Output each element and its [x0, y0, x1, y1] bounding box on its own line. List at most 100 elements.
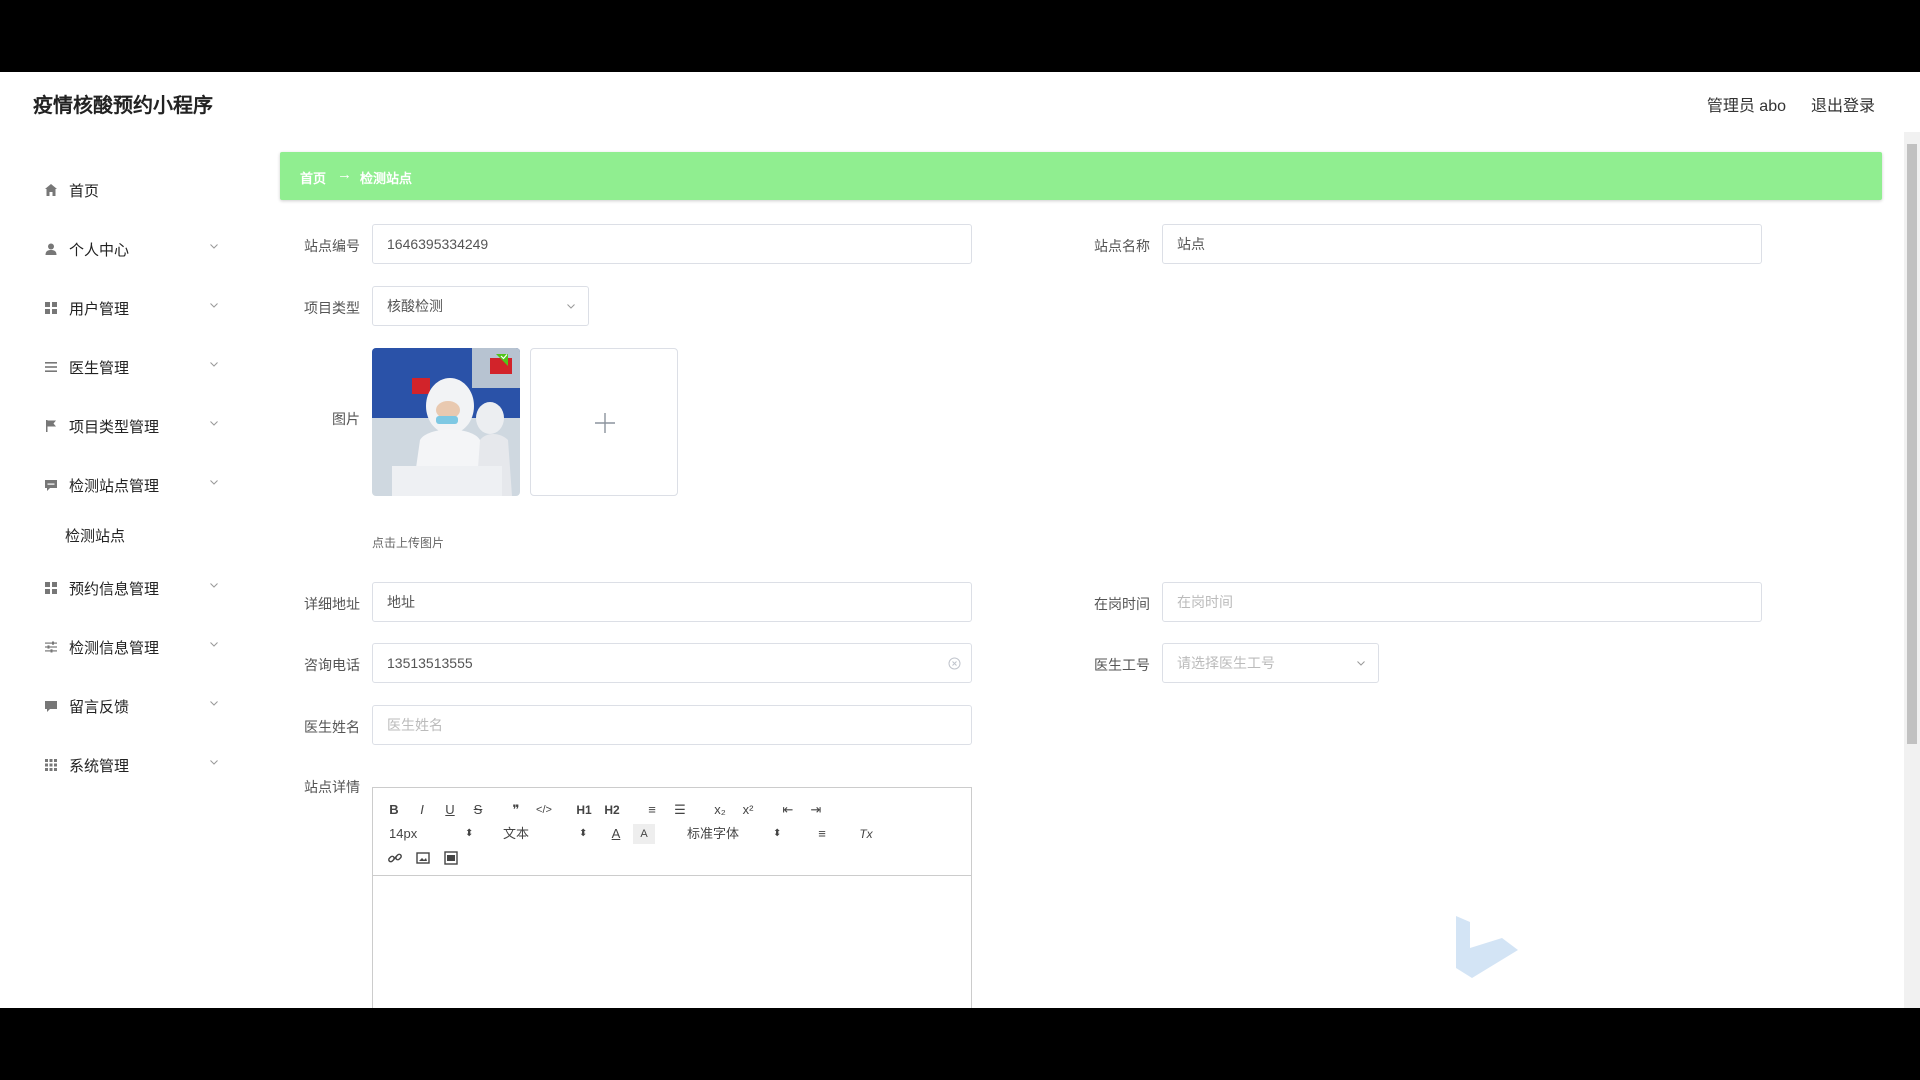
- chevron-down-icon: [210, 421, 218, 426]
- health-worker-photo: [372, 348, 520, 496]
- doctor-name-input[interactable]: 医生姓名: [372, 705, 972, 745]
- link-icon[interactable]: [387, 850, 403, 866]
- top-bar: 疫情核酸预约小程序 管理员 abo 退出登录: [0, 72, 1920, 132]
- content-panel: 首页 → 检测站点 站点编号 1646395334249 站点名称 站点 项目类…: [260, 132, 1904, 1008]
- project-type-select[interactable]: 核酸检测: [372, 286, 589, 326]
- sidebar-item-label: 首页: [69, 183, 100, 200]
- font-size-select[interactable]: 14px ⬍: [389, 824, 475, 844]
- sidebar-item-label: 留言反馈: [69, 699, 130, 716]
- align-button[interactable]: ≡: [811, 824, 833, 844]
- editor-toolbar: B I U S ❞ </> H1 H2 ≡ ☰ x₂ x² ⇤ ⇥ 14px ⬍…: [373, 788, 971, 876]
- updown-icon: ⬍: [465, 828, 474, 839]
- bullet-list-button[interactable]: ☰: [669, 800, 691, 820]
- sidebar-item-label: 系统管理: [69, 758, 130, 775]
- app-title: 疫情核酸预约小程序: [33, 95, 213, 117]
- upload-tip: 点击上传图片: [372, 536, 445, 550]
- sidebar-item-feedback[interactable]: 留言反馈: [0, 686, 260, 726]
- font-size-value: 14px: [389, 826, 418, 841]
- chevron-down-icon: [210, 760, 218, 765]
- updown-icon: ⬍: [773, 828, 782, 839]
- header-value: 文本: [503, 826, 530, 841]
- code-block-button[interactable]: </>: [533, 800, 555, 820]
- sidebar-item-label: 检测信息管理: [69, 640, 160, 657]
- uploaded-image[interactable]: [372, 348, 520, 496]
- sidebar-item-system[interactable]: 系统管理: [0, 745, 260, 785]
- chevron-down-icon: [210, 701, 218, 706]
- phone-input[interactable]: 13513513555: [372, 643, 972, 683]
- outdent-button[interactable]: ⇤: [777, 800, 799, 820]
- upload-image-button[interactable]: [530, 348, 678, 496]
- user-icon: [45, 243, 57, 255]
- detail-label: 站点详情: [304, 779, 360, 795]
- chevron-down-icon: [567, 304, 575, 309]
- address-input[interactable]: 地址: [372, 582, 972, 622]
- vertical-scrollbar[interactable]: [1904, 132, 1920, 1008]
- doctor-no-placeholder: 请选择医生工号: [1177, 655, 1275, 671]
- sidebar-item-doctors[interactable]: 医生管理: [0, 347, 260, 387]
- header2-button[interactable]: H2: [601, 800, 623, 820]
- sidebar-item-project-types[interactable]: 项目类型管理: [0, 406, 260, 446]
- sidebar-item-label: 检测站点管理: [69, 478, 160, 495]
- video-icon[interactable]: [443, 850, 459, 866]
- admin-name: 管理员 abo: [1706, 98, 1786, 115]
- station-no-label: 站点编号: [304, 238, 360, 254]
- list-icon: [45, 362, 57, 372]
- on-duty-input[interactable]: 在岗时间: [1162, 582, 1762, 622]
- rich-text-editor: B I U S ❞ </> H1 H2 ≡ ☰ x₂ x² ⇤ ⇥ 14px ⬍…: [372, 787, 972, 1008]
- blockquote-button[interactable]: ❞: [505, 800, 527, 820]
- sidebar-subitem-label: 检测站点: [65, 528, 126, 545]
- font-family-select[interactable]: 标准字体 ⬍: [687, 824, 783, 844]
- chevron-down-icon: [210, 642, 218, 647]
- sidebar-item-profile[interactable]: 个人中心: [0, 229, 260, 269]
- sidebar-item-label: 个人中心: [69, 242, 130, 259]
- watermark-logo: [1456, 916, 1518, 978]
- grid-icon: [45, 302, 57, 314]
- sidebar-item-appointments[interactable]: 预约信息管理: [0, 568, 260, 608]
- grid-icon: [45, 582, 57, 594]
- italic-button[interactable]: I: [411, 800, 433, 820]
- doctor-no-label: 医生工号: [1094, 657, 1150, 673]
- chevron-down-icon: [210, 303, 218, 308]
- sidebar-item-stations[interactable]: 检测站点管理: [0, 465, 260, 505]
- doctor-no-select[interactable]: 请选择医生工号: [1162, 643, 1379, 683]
- breadcrumb-home[interactable]: 首页: [300, 168, 326, 187]
- background-color-button[interactable]: A: [633, 824, 655, 844]
- apps-icon: [45, 759, 57, 771]
- image-label: 图片: [332, 411, 360, 427]
- scrollbar-thumb[interactable]: [1907, 144, 1917, 744]
- sliders-icon: [45, 641, 57, 653]
- header-select[interactable]: 文本 ⬍: [503, 824, 589, 844]
- message-icon: [45, 701, 57, 712]
- strike-button[interactable]: S: [467, 800, 489, 820]
- bold-button[interactable]: B: [383, 800, 405, 820]
- text-color-button[interactable]: A: [605, 824, 627, 844]
- plus-icon: [595, 413, 615, 433]
- sidebar-item-users[interactable]: 用户管理: [0, 288, 260, 328]
- doctor-name-label: 医生姓名: [304, 719, 360, 735]
- station-name-input[interactable]: 站点: [1162, 224, 1762, 264]
- sidebar: 首页 个人中心 用户管理 医生管理 项目类型管理 检测站点管理 检测站点 预约信…: [0, 132, 260, 1008]
- chat-icon: [45, 480, 57, 491]
- on-duty-label: 在岗时间: [1094, 596, 1150, 612]
- clear-icon[interactable]: [948, 657, 961, 670]
- underline-button[interactable]: U: [439, 800, 461, 820]
- ordered-list-button[interactable]: ≡: [641, 800, 663, 820]
- subscript-button[interactable]: x₂: [709, 800, 731, 820]
- chevron-down-icon: [210, 583, 218, 588]
- chevron-down-icon: [1357, 661, 1365, 666]
- clean-format-button[interactable]: Tx: [855, 824, 877, 844]
- image-icon[interactable]: [415, 850, 431, 866]
- project-type-label: 项目类型: [304, 300, 360, 316]
- sidebar-item-tests[interactable]: 检测信息管理: [0, 627, 260, 667]
- home-icon: [45, 184, 57, 196]
- indent-button[interactable]: ⇥: [805, 800, 827, 820]
- address-label: 详细地址: [304, 596, 360, 612]
- breadcrumb: 首页 → 检测站点: [280, 152, 1882, 200]
- logout-link[interactable]: 退出登录: [1811, 92, 1875, 116]
- sidebar-subitem-stations[interactable]: 检测站点: [0, 516, 260, 552]
- station-no-input[interactable]: 1646395334249: [372, 224, 972, 264]
- sidebar-item-home[interactable]: 首页: [0, 170, 260, 210]
- header1-button[interactable]: H1: [573, 800, 595, 820]
- app-window: 疫情核酸预约小程序 管理员 abo 退出登录 首页 个人中心 用户管理 医生管理…: [0, 72, 1920, 1008]
- superscript-button[interactable]: x²: [737, 800, 759, 820]
